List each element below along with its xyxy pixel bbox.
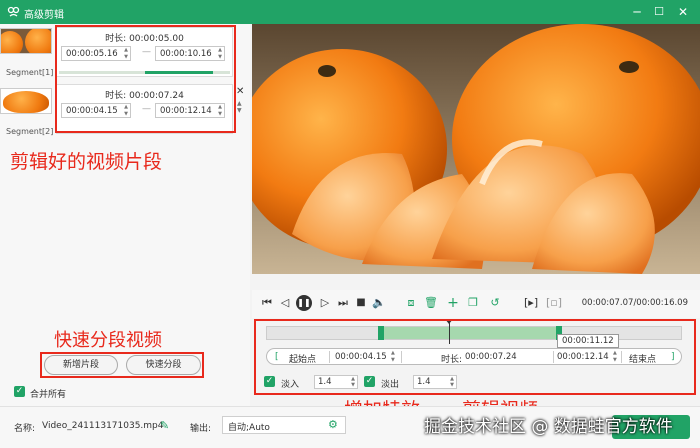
minimize-button[interactable]: ─ <box>628 3 646 21</box>
split-icon[interactable]: ⧈ <box>404 296 418 310</box>
reset-icon[interactable]: ↺ <box>488 296 502 310</box>
close-button[interactable]: ✕ <box>674 3 692 21</box>
annotation-segments-text: 剪辑好的视频片段 <box>10 151 163 173</box>
delete-icon[interactable]: 🗑 <box>424 296 438 310</box>
scroll-arrows-icon[interactable]: ▲ ▼ <box>237 100 242 114</box>
skip-to-end-icon[interactable]: ⏭ <box>336 296 350 310</box>
delete-segment-icon[interactable]: ✕ <box>236 86 244 97</box>
stop-icon[interactable]: ■ <box>354 296 368 310</box>
segment-label: Segment[2] <box>6 127 54 136</box>
segment-thumbnail[interactable] <box>0 28 52 54</box>
annotation-box-segments <box>55 25 236 133</box>
segment-thumbnail[interactable] <box>0 88 52 114</box>
skip-to-start-icon[interactable]: ⏮ <box>260 296 274 310</box>
annotation-box-effects <box>254 319 696 395</box>
output-label: 输出: <box>190 424 212 434</box>
next-frame-icon[interactable]: ▷ <box>318 296 332 310</box>
mark-in-icon[interactable]: [▸] <box>524 296 538 310</box>
fast-split-button[interactable]: 快速分段 <box>126 355 201 375</box>
annotation-fast-split-text: 快速分段视频 <box>54 330 162 351</box>
title-bar: 高级剪辑 ─ ☐ ✕ <box>0 0 700 24</box>
watermark-text: 掘金技术社区 @ 数据蛙官方软件 <box>424 417 673 437</box>
pause-icon[interactable]: ❚❚ <box>296 295 312 311</box>
maximize-button[interactable]: ☐ <box>650 3 668 21</box>
segment-label: Segment[1] <box>6 68 54 77</box>
add-icon[interactable]: + <box>446 296 460 310</box>
file-name: Video_241113171035.mp4 <box>42 421 164 431</box>
app-logo-icon <box>7 6 20 17</box>
merge-all-label: 合并所有 <box>30 390 67 400</box>
name-label: 名称: <box>14 424 36 434</box>
edit-name-icon[interactable]: ✎ <box>160 419 169 432</box>
window-title: 高级剪辑 <box>24 10 64 21</box>
mark-out-icon[interactable]: [▫] <box>546 296 562 310</box>
output-value: 自动;Auto <box>228 423 270 433</box>
copy-icon[interactable]: ❐ <box>466 296 480 310</box>
time-readout: 00:00:07.07/00:00:16.09 <box>581 298 688 308</box>
prev-frame-icon[interactable]: ◁ <box>278 296 292 310</box>
gear-icon[interactable]: ⚙ <box>328 418 338 431</box>
video-preview[interactable] <box>252 24 700 274</box>
volume-icon[interactable]: 🔈 <box>372 296 386 310</box>
merge-all-checkbox[interactable]: ✓ <box>14 386 25 397</box>
oranges-image <box>252 24 700 274</box>
new-segment-button[interactable]: 新增片段 <box>44 355 118 375</box>
player-controls: ⏮ ◁ ❚❚ ▷ ⏭ ■ 🔈 ⧈ 🗑 + ❐ ↺ [▸] [▫] 00:00:0… <box>252 290 700 318</box>
